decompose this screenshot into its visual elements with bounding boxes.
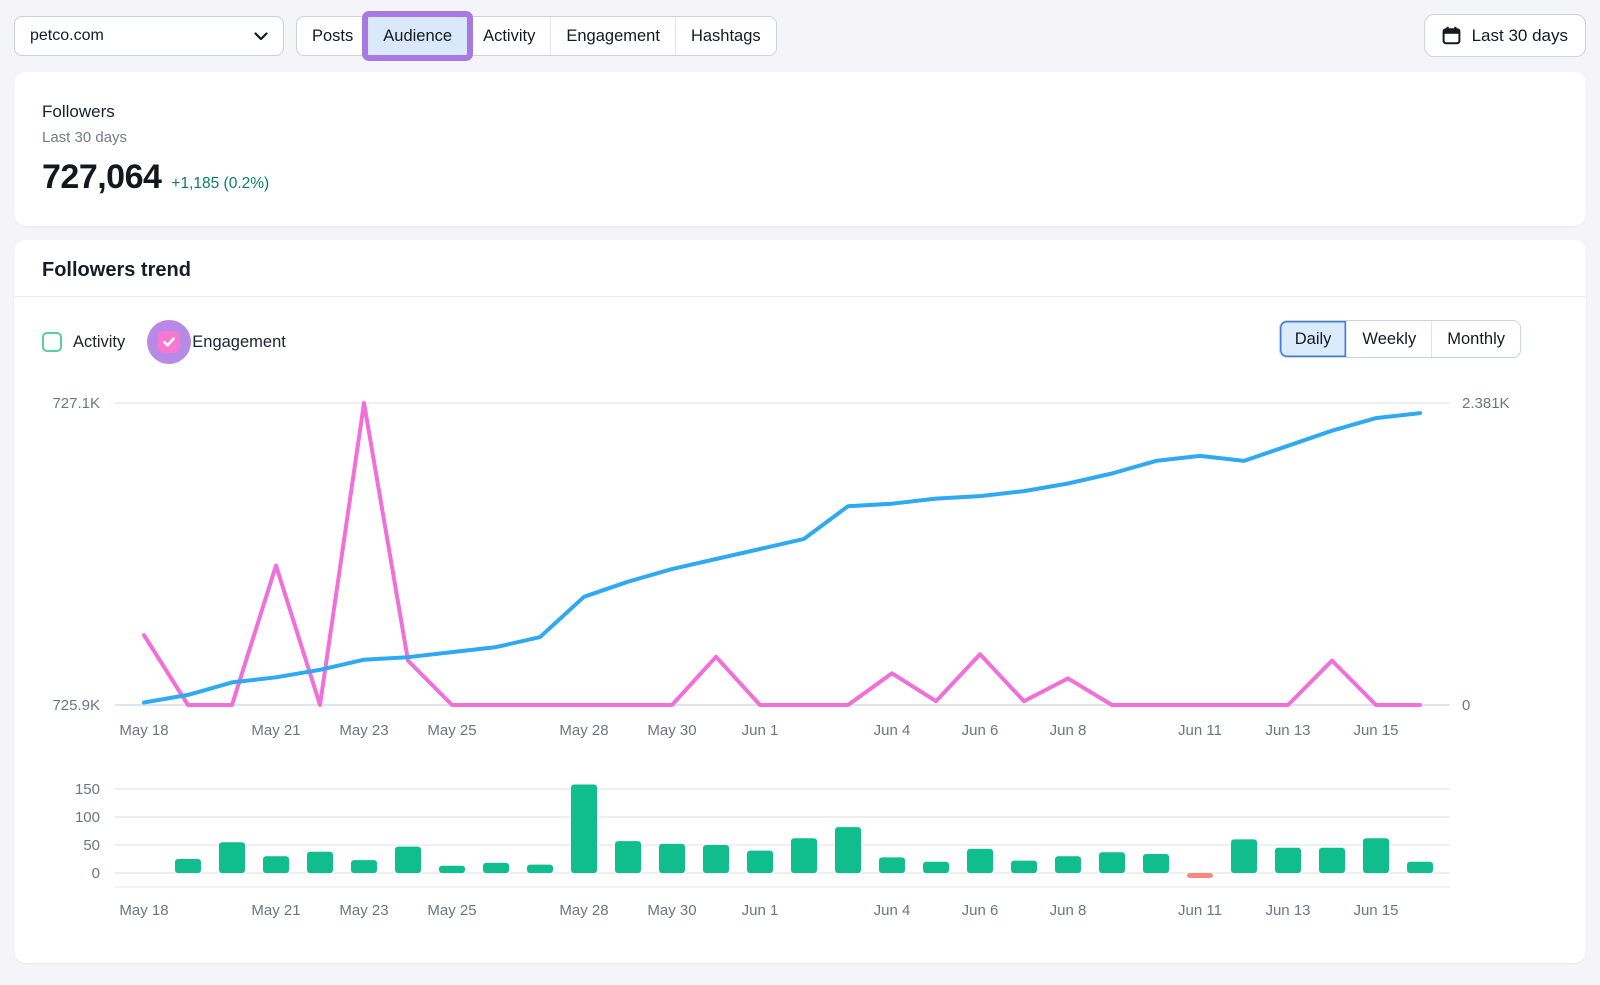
x-axis-label: May 30 (647, 722, 696, 739)
bar-y-axis-label: 0 (92, 865, 100, 882)
daily-followers-bar (1363, 838, 1389, 873)
daily-followers-bar (1011, 861, 1037, 873)
left-axis-max-label: 727.1K (52, 395, 100, 412)
bar-x-axis-label: May 23 (339, 902, 388, 919)
granularity-weekly[interactable]: Weekly (1346, 321, 1431, 357)
bar-y-axis-label: 50 (83, 837, 100, 854)
trend-card-title: Followers trend (42, 259, 191, 282)
bar-y-axis-label: 150 (75, 781, 100, 798)
daily-followers-bar (351, 860, 377, 873)
followers-summary-card: Followers Last 30 days 727,064 +1,185 (0… (14, 72, 1586, 226)
x-axis-label: Jun 6 (962, 722, 999, 739)
tab-activity[interactable]: Activity (467, 17, 550, 55)
bar-x-axis-label: May 25 (427, 902, 476, 919)
bar-x-axis-label: Jun 13 (1265, 902, 1310, 919)
x-axis-label: May 23 (339, 722, 388, 739)
bar-x-axis-label: Jun 8 (1050, 902, 1087, 919)
bar-x-axis-label: Jun 4 (874, 902, 911, 919)
calendar-icon (1442, 26, 1461, 45)
x-axis-label: May 21 (251, 722, 300, 739)
daily-followers-bar (1407, 862, 1433, 873)
followers-trend-line-chart: 727.1K 725.9K 2.381K 0 May 18 May 21 May 23 May… (14, 378, 1586, 746)
daily-followers-bar (659, 844, 685, 873)
bar-x-axis-label: Jun 1 (742, 902, 779, 919)
tab-hashtags[interactable]: Hashtags (675, 17, 776, 55)
granularity-daily[interactable]: Daily (1280, 321, 1347, 357)
engagement-line (144, 403, 1420, 705)
followers-title: Followers (42, 102, 1558, 122)
granularity-toggle: Daily Weekly Monthly (1279, 320, 1521, 358)
engagement-checkbox[interactable] (147, 320, 191, 364)
x-axis-label: Jun 13 (1265, 722, 1310, 739)
x-axis-label: Jun 11 (1178, 722, 1222, 739)
followers-trend-card: Followers trend Activity Engagement Dail… (14, 240, 1586, 963)
x-axis-label: May 25 (427, 722, 476, 739)
daily-followers-bar (1055, 856, 1081, 873)
activity-checkbox[interactable] (42, 332, 62, 352)
daily-followers-bar (175, 859, 201, 873)
chevron-down-icon (254, 32, 268, 41)
tab-posts[interactable]: Posts (297, 17, 368, 55)
x-axis-label: Jun 8 (1050, 722, 1087, 739)
granularity-monthly[interactable]: Monthly (1431, 321, 1520, 357)
daily-followers-bar-chart: 150 100 50 0 May 18 May 21 May 23 May 25 May 28 M… (14, 760, 1586, 930)
daily-followers-bar (1143, 854, 1169, 873)
followers-delta-badge: +1,185 (0.2%) (171, 175, 269, 193)
daily-followers-bar (1275, 848, 1301, 873)
profile-selector-value: petco.com (30, 27, 104, 45)
bar-x-axis-label: Jun 15 (1353, 902, 1398, 919)
x-axis-label: Jun 4 (874, 722, 911, 739)
right-axis-max-label: 2.381K (1462, 395, 1510, 412)
daily-followers-bar (967, 849, 993, 873)
daily-followers-bar (791, 838, 817, 873)
x-axis-label: May 18 (119, 722, 168, 739)
daily-followers-bar (703, 845, 729, 873)
daily-followers-bar (923, 862, 949, 873)
date-range-label: Last 30 days (1472, 26, 1568, 46)
bar-x-axis-label: May 30 (647, 902, 696, 919)
tab-audience[interactable]: Audience (368, 17, 467, 55)
daily-followers-bar (615, 841, 641, 873)
profile-selector[interactable]: petco.com (14, 16, 284, 56)
daily-followers-bar (835, 827, 861, 873)
x-axis-label: May 28 (559, 722, 608, 739)
bar-x-axis-label: Jun 6 (962, 902, 999, 919)
date-range-button[interactable]: Last 30 days (1424, 14, 1586, 57)
bar-y-axis-label: 100 (75, 809, 100, 826)
engagement-checkbox-label: Engagement (192, 333, 286, 352)
daily-followers-bar (1319, 848, 1345, 873)
check-icon (162, 336, 176, 348)
daily-followers-bar (395, 847, 421, 873)
bar-x-axis-label: May 18 (119, 902, 168, 919)
daily-followers-bar (307, 852, 333, 873)
daily-followers-bar (483, 863, 509, 873)
section-tabs: Posts Audience Activity Engagement Hasht… (296, 16, 777, 56)
followers-count: 727,064 (42, 158, 161, 197)
daily-followers-bar (879, 857, 905, 873)
right-axis-min-label: 0 (1462, 697, 1470, 714)
bar-x-axis-label: Jun 11 (1178, 902, 1222, 919)
x-axis-label: Jun 15 (1353, 722, 1398, 739)
daily-followers-bar (1099, 852, 1125, 873)
tab-engagement[interactable]: Engagement (550, 17, 675, 55)
daily-followers-bar (439, 866, 465, 873)
daily-followers-bar (571, 785, 597, 873)
x-axis-label: Jun 1 (742, 722, 779, 739)
bar-x-axis-label: May 28 (559, 902, 608, 919)
followers-subtitle: Last 30 days (42, 129, 1558, 146)
daily-followers-bar (527, 865, 553, 873)
followers-line (144, 413, 1420, 702)
daily-followers-bar (219, 842, 245, 873)
daily-followers-bar-negative (1187, 873, 1213, 878)
daily-followers-bar (263, 856, 289, 873)
series-toggles: Activity Engagement (42, 320, 286, 364)
activity-checkbox-label: Activity (73, 333, 125, 352)
bar-x-axis-label: May 21 (251, 902, 300, 919)
left-axis-min-label: 725.9K (52, 697, 100, 714)
engagement-checkbox-box[interactable] (158, 331, 180, 353)
divider (14, 296, 1586, 297)
daily-followers-bar (747, 851, 773, 873)
daily-followers-bar (1231, 839, 1257, 873)
